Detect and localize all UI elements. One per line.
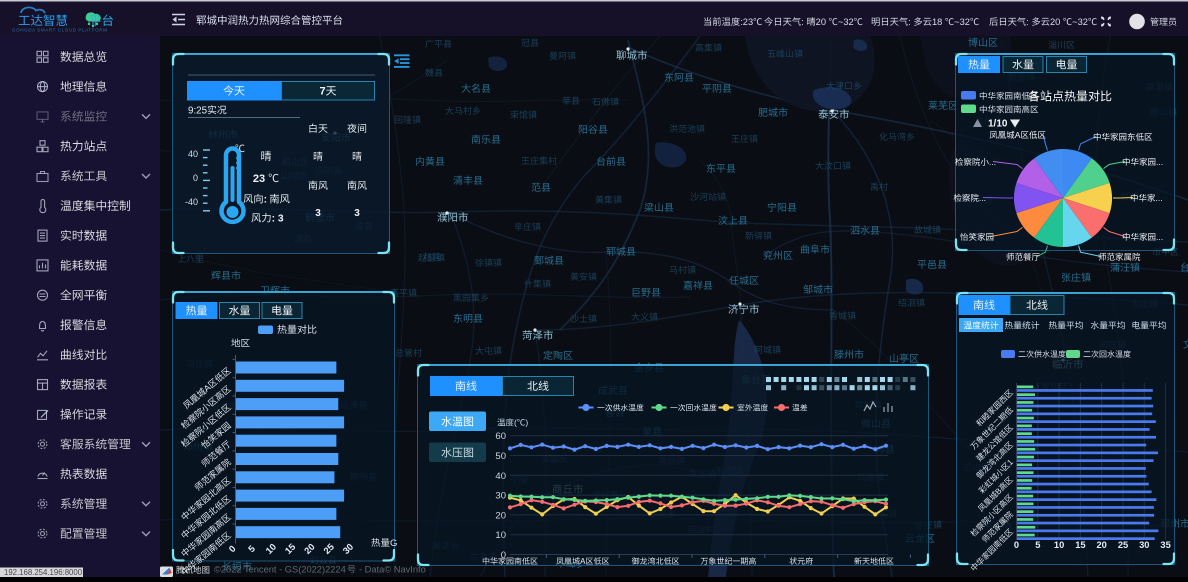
svg-text:9:25: 9:25 (188, 106, 208, 117)
svg-text:- Data© NavInfo: - Data© NavInfo (359, 565, 426, 575)
svg-text:30: 30 (1139, 540, 1149, 550)
svg-text:30: 30 (495, 491, 506, 502)
svg-text:: 3: : 3 (272, 214, 284, 225)
svg-text:~32: ~32 (838, 17, 854, 27)
svg-text:GONGDA SMART CLOUD PLATFORM: GONGDA SMART CLOUD PLATFORM (12, 28, 108, 33)
svg-text:10: 10 (1054, 540, 1064, 550)
svg-text:192.168.254.196:8000: 192.168.254.196:8000 (4, 568, 83, 577)
svg-text:...: ... (1156, 157, 1163, 167)
svg-text:G: G (390, 538, 397, 549)
svg-text:1/10: 1/10 (988, 119, 1008, 130)
svg-text:~32: ~32 (954, 17, 970, 27)
svg-text:15: 15 (1075, 540, 1085, 550)
svg-text:50: 50 (495, 451, 506, 462)
svg-text:40: 40 (495, 471, 506, 482)
svg-text:0: 0 (1014, 540, 1019, 550)
svg-text::23: :23 (740, 17, 753, 27)
svg-text:20: 20 (1097, 540, 1107, 550)
svg-text:...: ... (1156, 193, 1163, 203)
svg-text:35: 35 (1160, 540, 1170, 550)
svg-text:3: 3 (315, 208, 321, 219)
svg-text:©2022 Tencent - GS(2022)2224: ©2022 Tencent - GS(2022)2224 (214, 565, 346, 575)
svg-text:0: 0 (193, 173, 198, 183)
svg-text:~32: ~32 (1072, 17, 1088, 27)
svg-text::: : (908, 17, 911, 27)
svg-text::: : (801, 17, 804, 27)
svg-text:10: 10 (495, 530, 506, 541)
svg-text::: : (264, 195, 267, 206)
svg-text:...: ... (1156, 232, 1163, 242)
svg-text:40: 40 (188, 149, 198, 159)
svg-text::: : (1026, 17, 1029, 27)
svg-text:...: ... (989, 157, 996, 167)
svg-text:(: ( (514, 418, 517, 428)
svg-text:5: 5 (1035, 540, 1040, 550)
svg-text:20: 20 (1050, 17, 1060, 27)
svg-text:20: 20 (816, 17, 826, 27)
svg-text:3: 3 (354, 208, 360, 219)
svg-text:20: 20 (495, 510, 506, 521)
svg-text:): ) (525, 418, 528, 428)
svg-text:7: 7 (319, 86, 325, 98)
svg-text:60: 60 (495, 431, 506, 442)
svg-text:A: A (1015, 130, 1021, 140)
svg-text:23: 23 (253, 173, 265, 185)
svg-text:25: 25 (1118, 540, 1128, 550)
svg-text:A: A (580, 557, 586, 566)
svg-text:...: ... (979, 193, 986, 203)
svg-text:18: 18 (932, 17, 942, 27)
svg-text:-40: -40 (185, 197, 198, 207)
